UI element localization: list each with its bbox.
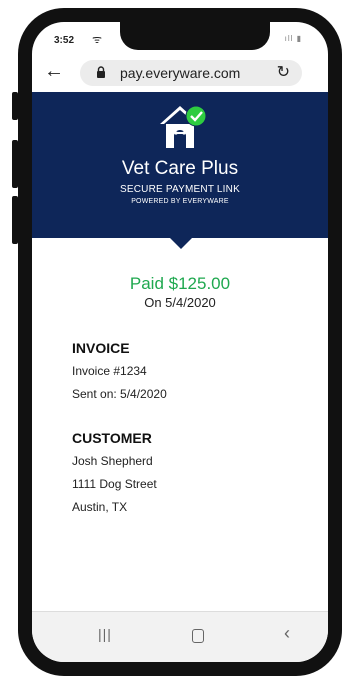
signal-battery-icon: ıll ▮: [284, 34, 302, 43]
merchant-header: Vet Care Plus SECURE PAYMENT LINK POWERE…: [32, 92, 328, 249]
invoice-section: INVOICE Invoice #1234 Sent on: 5/4/2020: [72, 340, 167, 410]
secure-payment-label: SECURE PAYMENT LINK: [120, 184, 240, 195]
invoice-sent-date: Sent on: 5/4/2020: [72, 387, 167, 401]
paid-amount: Paid $125.00: [129, 274, 231, 293]
browser-url-bar: ← pay.everyware.com ↻: [32, 54, 328, 92]
back-arrow-icon[interactable]: ←: [44, 60, 64, 83]
merchant-name: Vet Care Plus: [121, 158, 239, 179]
status-time: 3:52: [54, 35, 75, 46]
wifi-icon: ᯤ: [92, 34, 103, 46]
lock-icon: [97, 66, 105, 78]
customer-city: Austin, TX: [72, 500, 128, 514]
power-button: [12, 196, 18, 244]
phone-screen: 3:52 ᯤ ıll ▮ ← pay.everyware.com ↻ Vet C…: [32, 22, 328, 662]
header-pointer: [169, 237, 193, 249]
powered-by-label: POWERED BY EVERYWARE: [131, 198, 229, 205]
customer-section: CUSTOMER Josh Shepherd 1111 Dog Street A…: [72, 430, 157, 523]
customer-name: Josh Shepherd: [72, 454, 153, 468]
customer-street: 1111 Dog Street: [72, 477, 157, 491]
home-icon[interactable]: [192, 629, 204, 643]
reload-icon[interactable]: ↻: [277, 62, 290, 82]
volume-button: [12, 140, 18, 188]
doghouse-check-icon: [160, 105, 207, 148]
paid-date: On 5/4/2020: [144, 295, 216, 310]
address-field[interactable]: pay.everyware.com ↻: [80, 60, 302, 86]
payment-status: Paid $125.00 On 5/4/2020: [32, 274, 328, 310]
invoice-number: Invoice #1234: [72, 364, 147, 378]
invoice-title: INVOICE: [72, 340, 130, 356]
phone-notch: [120, 22, 270, 50]
volume-button: [12, 92, 18, 120]
url-text: pay.everyware.com: [120, 65, 241, 81]
nav-back-icon[interactable]: ‹: [284, 623, 290, 644]
customer-title: CUSTOMER: [72, 430, 152, 446]
recents-icon[interactable]: |||: [98, 626, 112, 642]
phone-frame: 3:52 ᯤ ıll ▮ ← pay.everyware.com ↻ Vet C…: [18, 8, 342, 676]
android-nav-bar: ||| ‹: [32, 611, 328, 662]
